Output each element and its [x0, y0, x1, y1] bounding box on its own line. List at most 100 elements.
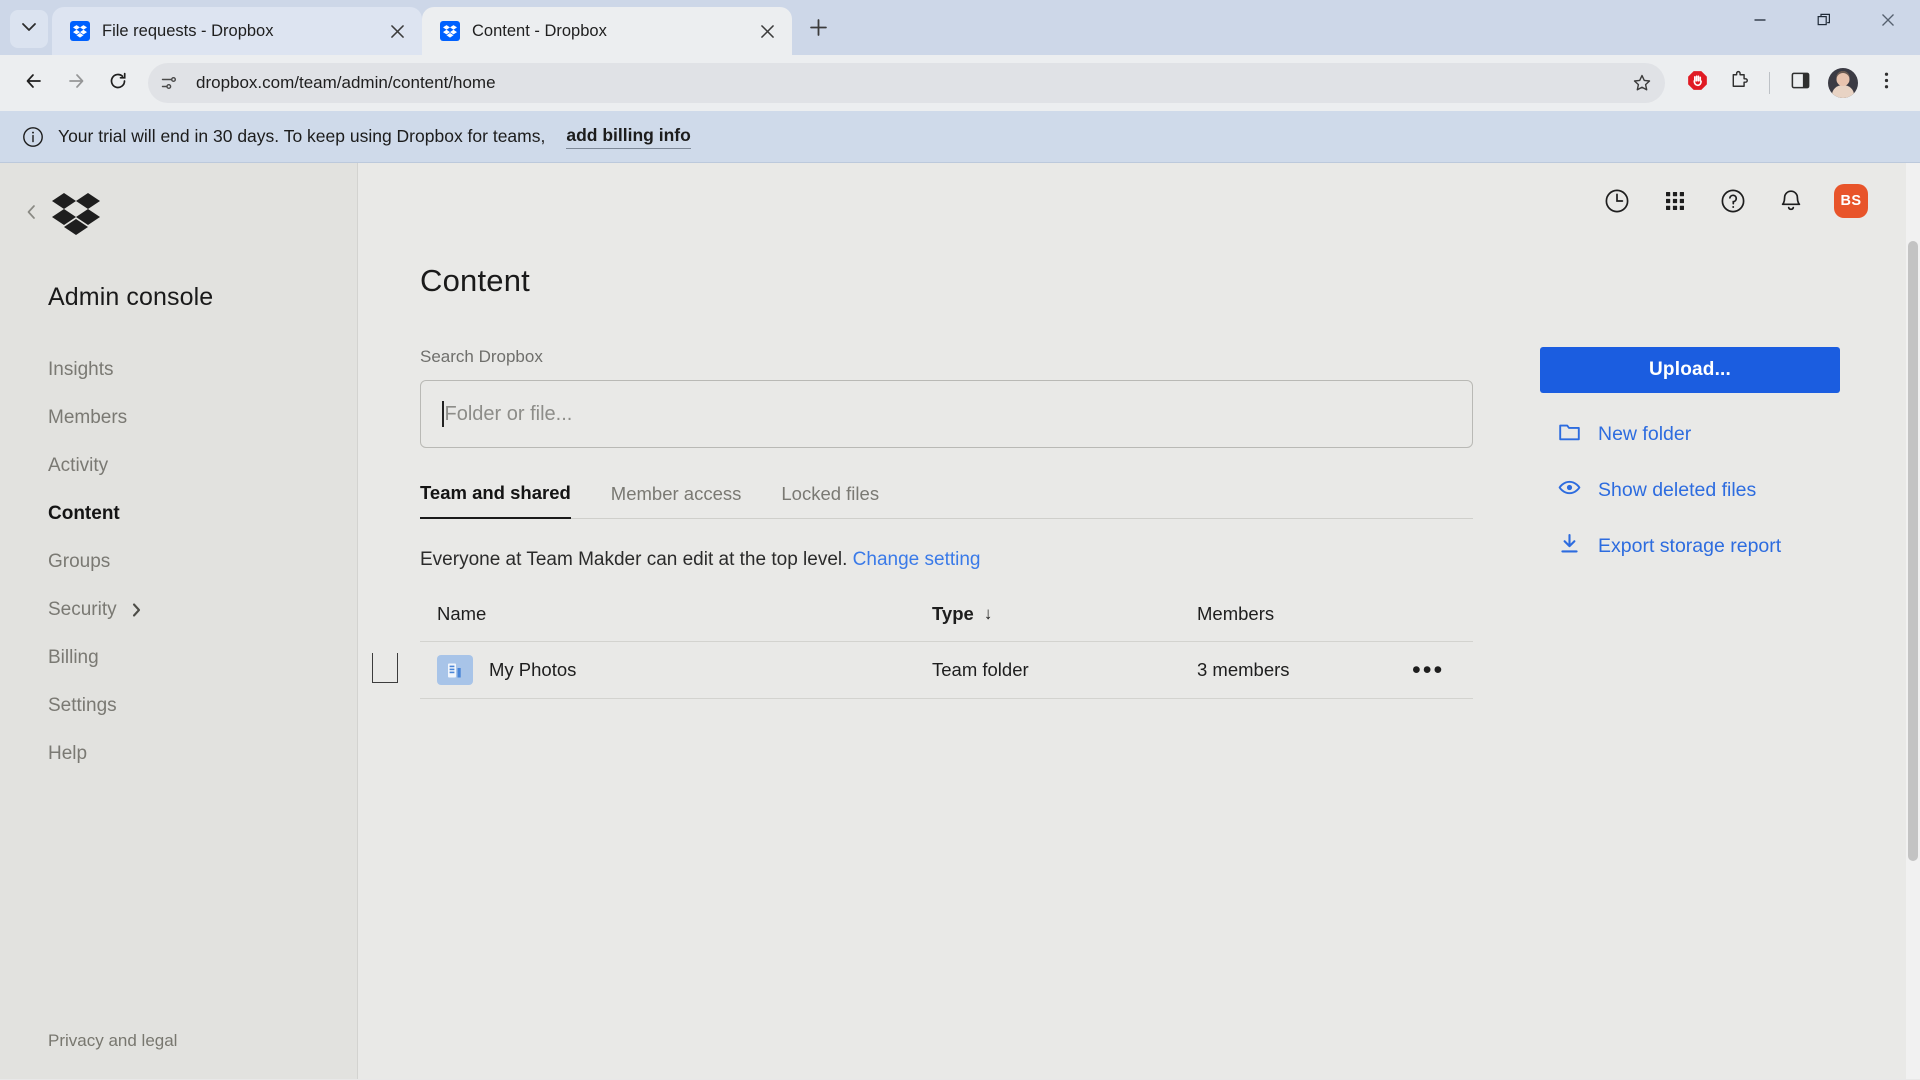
chevron-right-icon [131, 602, 142, 618]
browser-tab-content[interactable]: Content - Dropbox [422, 7, 792, 55]
browser-chrome: File requests - Dropbox Content - Dropbo… [0, 0, 1920, 111]
admin-console-title: Admin console [48, 283, 214, 311]
new-folder-button[interactable]: New folder [1540, 420, 1920, 449]
column-header-type[interactable]: Type ↓ [932, 603, 1197, 625]
restore-window-button[interactable] [1792, 0, 1856, 44]
sidebar-item-security[interactable]: Security [0, 586, 357, 634]
sidebar-item-insights[interactable]: Insights [0, 346, 357, 394]
plus-icon [809, 19, 827, 41]
reload-button[interactable] [98, 63, 138, 103]
reload-icon [108, 71, 128, 96]
export-storage-report-label: Export storage report [1598, 535, 1782, 557]
sidebar-item-settings[interactable]: Settings [0, 682, 357, 730]
tab-member-access[interactable]: Member access [611, 483, 742, 518]
cell-type: Team folder [932, 659, 1029, 680]
cell-name: My Photos [420, 655, 932, 685]
team-folder-icon [437, 655, 473, 685]
adblock-icon [1687, 70, 1708, 96]
extensions-button[interactable] [1719, 63, 1759, 103]
history-clock-icon[interactable] [1602, 186, 1632, 216]
export-storage-report-button[interactable]: Export storage report [1540, 532, 1920, 561]
sidebar-item-activity[interactable]: Activity [0, 442, 357, 490]
content-primary-column: Content Search Dropbox Folder or file...… [358, 263, 1478, 699]
close-window-button[interactable] [1856, 0, 1920, 44]
cell-members: 3 members [1197, 659, 1290, 680]
content-table: Name Type ↓ Members My Photos Team folde… [372, 603, 1473, 699]
dropbox-favicon [440, 21, 460, 41]
help-question-icon[interactable] [1718, 186, 1748, 216]
sidebar-item-label: Groups [48, 551, 111, 572]
dropbox-logo-icon[interactable] [52, 193, 100, 235]
chevron-left-icon [26, 204, 37, 225]
address-bar[interactable]: dropbox.com/team/admin/content/home [148, 63, 1665, 103]
column-header-members[interactable]: Members [1197, 603, 1412, 625]
tab-team-and-shared[interactable]: Team and shared [420, 482, 571, 519]
sidebar-header [0, 163, 357, 235]
tab-close-button[interactable] [754, 18, 780, 44]
cell-actions: ••• [1412, 658, 1472, 683]
adblock-extension-button[interactable] [1677, 63, 1717, 103]
sidebar-item-groups[interactable]: Groups [0, 538, 357, 586]
sidebar-collapse-button[interactable] [22, 200, 40, 228]
minimize-icon [1753, 13, 1767, 32]
show-deleted-files-button[interactable]: Show deleted files [1540, 476, 1920, 505]
sidebar-item-label: Settings [48, 695, 117, 716]
profile-avatar[interactable] [1828, 68, 1858, 98]
apps-grid-icon[interactable] [1660, 186, 1690, 216]
minimize-window-button[interactable] [1728, 0, 1792, 44]
tab-title: Content - Dropbox [472, 21, 607, 40]
tab-locked-files[interactable]: Locked files [781, 483, 879, 518]
side-panel-icon [1790, 70, 1811, 96]
sidebar-item-billing[interactable]: Billing [0, 634, 357, 682]
column-header-name[interactable]: Name [420, 603, 932, 625]
table-row[interactable]: My Photos Team folder 3 members ••• [372, 641, 1473, 699]
change-setting-link[interactable]: Change setting [853, 549, 981, 570]
sidebar-item-help[interactable]: Help [0, 730, 357, 778]
window-controls [1728, 0, 1920, 55]
search-input[interactable]: Folder or file... [420, 380, 1473, 448]
new-tab-button[interactable] [800, 12, 836, 48]
site-settings-icon[interactable] [152, 66, 186, 100]
forward-button[interactable] [56, 63, 96, 103]
sidebar-item-label: Content [48, 503, 120, 524]
page-title: Content [420, 263, 530, 298]
sidebar-nav: Insights Members Activity Content Groups… [0, 312, 357, 778]
notifications-bell-icon[interactable] [1776, 186, 1806, 216]
sidebar-item-members[interactable]: Members [0, 394, 357, 442]
more-options-icon[interactable]: ••• [1412, 658, 1444, 683]
tab-search-button[interactable] [10, 10, 48, 48]
add-billing-info-link[interactable]: add billing info [566, 125, 691, 149]
tab-strip: File requests - Dropbox Content - Dropbo… [0, 0, 1920, 55]
folder-icon [1558, 420, 1581, 449]
permission-notice: Everyone at Team Makder can edit at the … [420, 549, 1478, 571]
show-deleted-files-label: Show deleted files [1598, 479, 1757, 501]
vertical-scrollbar[interactable] [1906, 163, 1920, 1079]
column-header-type-label: Type [932, 603, 974, 624]
tab-close-button[interactable] [384, 18, 410, 44]
row-select-checkbox[interactable] [372, 653, 398, 683]
scrollbar-thumb[interactable] [1908, 241, 1918, 861]
upload-button[interactable]: Upload... [1540, 347, 1840, 393]
browser-tab-file-requests[interactable]: File requests - Dropbox [52, 7, 422, 55]
sidebar-item-label: Billing [48, 647, 99, 668]
toolbar-divider [1769, 72, 1770, 94]
extensions-icon [1729, 70, 1750, 96]
browser-toolbar: dropbox.com/team/admin/content/home [0, 55, 1920, 111]
download-icon [1558, 532, 1581, 561]
eye-icon [1558, 476, 1581, 505]
search-placeholder: Folder or file... [444, 402, 573, 425]
sidebar-item-content[interactable]: Content [0, 490, 357, 538]
back-arrow-icon [24, 71, 44, 96]
back-button[interactable] [14, 63, 54, 103]
side-panel-button[interactable] [1780, 63, 1820, 103]
content-tabs: Team and shared Member access Locked fil… [420, 482, 1473, 519]
privacy-and-legal-link[interactable]: Privacy and legal [0, 1031, 357, 1079]
sidebar-item-label: Activity [48, 455, 109, 476]
tab-title: File requests - Dropbox [102, 21, 274, 40]
folder-name: My Photos [489, 659, 577, 680]
chrome-menu-button[interactable] [1866, 63, 1906, 103]
user-avatar[interactable]: BS [1834, 184, 1868, 218]
bookmark-star-icon[interactable] [1625, 66, 1659, 100]
url-text: dropbox.com/team/admin/content/home [196, 73, 496, 92]
forward-arrow-icon [66, 71, 86, 96]
